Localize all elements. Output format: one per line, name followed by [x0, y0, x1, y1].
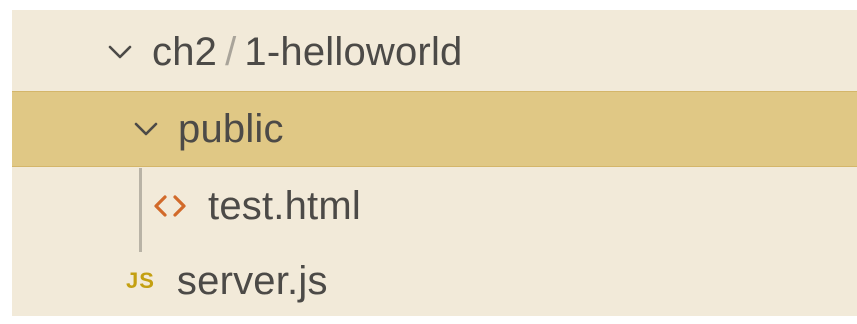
file-label: server.js [176, 258, 328, 303]
tree-item-ch2-1-helloworld[interactable]: ch2 / 1-helloworld [12, 14, 857, 90]
tree-item-server-js[interactable]: JS server.js [12, 243, 857, 319]
html-code-icon [154, 195, 186, 217]
file-label: test.html [208, 183, 361, 228]
tree-item-test-html[interactable]: test.html [12, 168, 857, 244]
folder-path-part: ch2 [152, 29, 218, 74]
file-explorer: ch2 / 1-helloworld public test.html JS s… [12, 10, 857, 316]
chevron-down-icon[interactable] [132, 115, 160, 143]
chevron-down-icon[interactable] [106, 38, 134, 66]
folder-path-part: 1-helloworld [244, 29, 463, 74]
folder-label: public [178, 106, 284, 151]
tree-item-public[interactable]: public [12, 91, 857, 167]
js-file-icon: JS [126, 268, 155, 293]
path-separator: / [225, 29, 237, 74]
